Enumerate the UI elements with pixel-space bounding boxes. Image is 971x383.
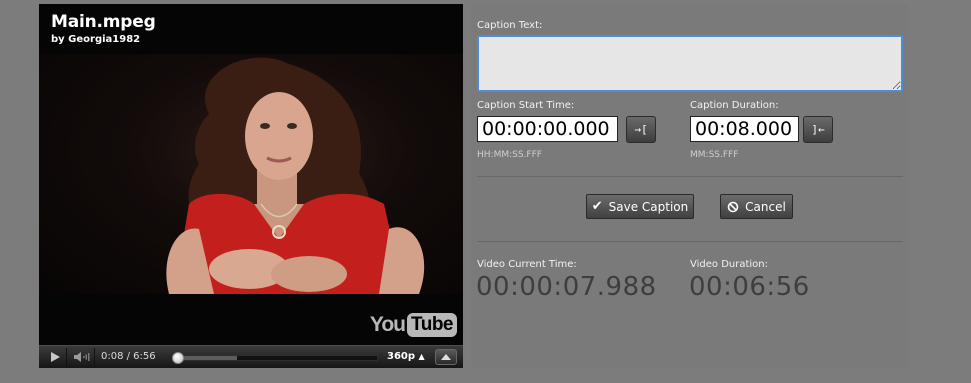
volume-icon (73, 352, 89, 362)
set-start-time-button[interactable]: →[ (626, 116, 656, 143)
checkmark-icon: ✔ (591, 199, 603, 214)
play-icon (50, 352, 60, 362)
logo-you-text: You (369, 313, 406, 336)
divider-top (477, 176, 903, 177)
start-time-format-hint: HH:MM:SS.FFF (477, 150, 542, 160)
video-still-image (166, 57, 425, 294)
set-duration-icon: ]← (811, 123, 825, 136)
duration-format-hint: MM:SS.FFF (690, 150, 739, 160)
video-viewport[interactable]: Main.mpeg by Georgia1982 You Tube (39, 4, 463, 345)
save-caption-label: Save Caption (608, 199, 689, 214)
caption-duration-label: Caption Duration: (690, 100, 779, 111)
video-player[interactable]: Main.mpeg by Georgia1982 You Tube 0:08 /… (39, 4, 463, 368)
caption-start-time-input[interactable]: 00:00:00.000 (477, 116, 618, 142)
expand-button[interactable] (435, 349, 457, 365)
caret-up-icon: ▲ (418, 352, 425, 361)
progress-handle[interactable] (172, 352, 185, 364)
cancel-button[interactable]: Cancel (720, 194, 793, 219)
caption-editor-panel: Caption Text: Caption Start Time: 00:00:… (471, 4, 908, 368)
set-duration-button[interactable]: ]← (803, 116, 833, 143)
video-title[interactable]: Main.mpeg (51, 12, 156, 32)
volume-button[interactable] (69, 348, 95, 366)
play-button[interactable] (43, 348, 67, 366)
video-current-time-label: Video Current Time: (477, 259, 577, 270)
caption-start-time-label: Caption Start Time: (477, 100, 575, 111)
caption-text-label: Caption Text: (477, 20, 543, 31)
set-start-icon: →[ (634, 123, 648, 136)
save-caption-button[interactable]: ✔ Save Caption (586, 194, 694, 219)
youtube-logo[interactable]: You Tube (370, 311, 457, 339)
video-frame (39, 54, 463, 294)
cancel-label: Cancel (745, 199, 786, 214)
caption-text-input[interactable] (477, 35, 903, 92)
logo-tube-text: Tube (407, 313, 457, 337)
quality-button[interactable]: 360p ▲ (387, 351, 425, 362)
video-uploader[interactable]: by Georgia1982 (51, 34, 140, 45)
progress-bar[interactable] (172, 352, 378, 364)
time-display: 0:08 / 6:56 (101, 351, 156, 362)
video-duration-label: Video Duration: (690, 259, 768, 270)
quality-label: 360p (387, 351, 416, 362)
player-controls: 0:08 / 6:56 360p ▲ (39, 345, 463, 368)
video-current-time-value: 00:00:07.988 (476, 272, 657, 302)
divider-bottom (477, 241, 903, 242)
triangle-up-icon (441, 354, 451, 360)
video-duration-value: 00:06:56 (689, 272, 810, 302)
caption-duration-input[interactable]: 00:08.000 (690, 116, 799, 142)
cancel-icon (727, 201, 739, 212)
